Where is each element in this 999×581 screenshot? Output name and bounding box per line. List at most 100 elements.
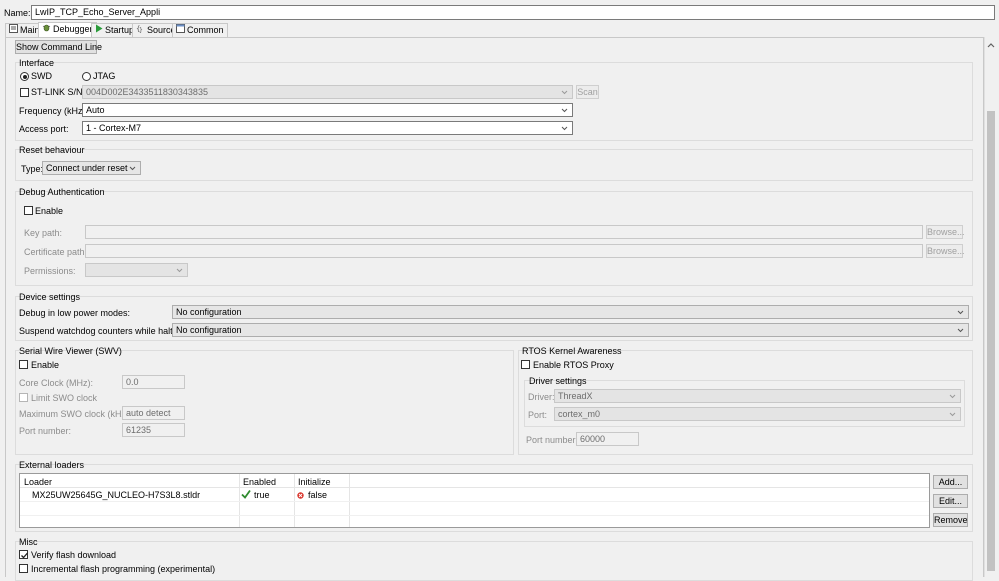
jtag-radio[interactable] [82, 72, 91, 81]
stlink-sn-select[interactable]: 004D002E3433511830343835 [82, 85, 573, 99]
low-power-value: No configuration [176, 307, 242, 317]
incremental-flash-label: Incremental flash programming (experimen… [31, 564, 216, 574]
frequency-select[interactable]: Auto [82, 103, 573, 117]
enabled-cell: true [254, 490, 270, 500]
permissions-select[interactable] [85, 263, 188, 277]
verify-flash-checkbox[interactable] [19, 550, 28, 559]
debugger-tab-icon [42, 23, 51, 36]
scroll-up-icon[interactable] [987, 40, 995, 50]
reset-type-label: Type: [21, 164, 44, 174]
core-clock-label: Core Clock (MHz): [19, 378, 94, 388]
source-tab-icon: {} [136, 24, 145, 37]
tab-debugger[interactable]: Debugger [38, 22, 97, 38]
stlink-sn-label: ST-LINK S/N [31, 87, 83, 97]
checkmark-icon [241, 489, 251, 501]
max-swo-field[interactable]: auto detect [122, 406, 185, 420]
column-header-loader[interactable]: Loader [24, 476, 52, 488]
column-header-enabled[interactable]: Enabled [243, 476, 276, 488]
key-path-browse-button[interactable]: Browse... [926, 225, 965, 239]
loaders-table[interactable]: Loader Enabled Initialize MX25UW25645G_N… [19, 473, 930, 528]
interface-title: Interface [19, 58, 55, 68]
reset-title: Reset behaviour [19, 145, 85, 155]
reset-type-value: Connect under reset [46, 163, 128, 173]
chevron-down-icon [956, 324, 965, 336]
incremental-flash-checkbox[interactable] [19, 564, 28, 573]
device-settings-title: Device settings [19, 292, 81, 302]
swv-enable-checkbox[interactable] [19, 360, 28, 369]
startup-play-icon [95, 24, 103, 37]
max-swo-label: Maximum SWO clock (kHz): [19, 409, 132, 419]
rtos-port-value: cortex_m0 [558, 409, 601, 419]
cert-path-browse-button[interactable]: Browse... [926, 244, 965, 258]
swd-radio[interactable] [20, 72, 29, 81]
watchdog-select[interactable]: No configuration [172, 323, 969, 337]
scan-button[interactable]: Scan [576, 85, 599, 99]
limit-swo-label: Limit SWO clock [31, 393, 98, 403]
jtag-label: JTAG [93, 71, 116, 81]
edit-loader-button[interactable]: Edit... [933, 494, 968, 508]
tab-startup[interactable]: Startup [91, 23, 139, 37]
reset-type-select[interactable]: Connect under reset [42, 161, 141, 175]
tab-startup-label: Startup [105, 25, 135, 35]
svg-text:}: } [139, 27, 143, 33]
watchdog-value: No configuration [176, 325, 242, 335]
tab-common-label: Common [187, 25, 224, 35]
swv-port-label: Port number: [19, 426, 72, 436]
main-tab-icon [9, 24, 18, 37]
debug-auth-title: Debug Authentication [19, 187, 105, 197]
table-row[interactable]: MX25UW25645G_NUCLEO-H7S3L8.stldr true fa… [20, 488, 929, 502]
common-tab-icon [176, 24, 185, 37]
low-power-select[interactable]: No configuration [172, 305, 969, 319]
stlink-sn-checkbox[interactable] [20, 88, 29, 97]
column-header-initialize[interactable]: Initialize [298, 476, 331, 488]
rtos-driver-select[interactable]: ThreadX [554, 389, 961, 403]
swv-port-field[interactable]: 61235 [122, 423, 185, 437]
chevron-down-icon [948, 408, 957, 420]
loaders-header-row: Loader Enabled Initialize [20, 474, 929, 527]
key-path-field[interactable] [85, 225, 923, 239]
chevron-down-icon [948, 390, 957, 402]
error-cross-icon [297, 491, 304, 501]
frequency-value: Auto [86, 105, 105, 115]
low-power-label: Debug in low power modes: [19, 308, 131, 318]
scrollbar-thumb[interactable] [987, 111, 995, 571]
limit-swo-checkbox[interactable] [19, 393, 28, 402]
frequency-label: Frequency (kHz): [19, 106, 89, 116]
verify-flash-label: Verify flash download [31, 550, 117, 560]
stlink-sn-value: 004D002E3433511830343835 [86, 87, 208, 97]
chevron-down-icon [560, 122, 569, 134]
chevron-down-icon [560, 86, 569, 98]
show-command-line-button[interactable]: Show Command Line [15, 40, 102, 54]
access-port-select[interactable]: 1 - Cortex-M7 [82, 121, 573, 135]
rtos-port-number-label: Port number: [526, 435, 579, 445]
debug-auth-enable-checkbox[interactable] [24, 206, 33, 215]
tab-debugger-label: Debugger [53, 24, 93, 34]
debug-auth-enable-label: Enable [35, 206, 64, 216]
checkmark-icon [21, 552, 28, 559]
access-port-label: Access port: [19, 124, 69, 134]
watchdog-label: Suspend watchdog counters while halted: [19, 326, 186, 336]
key-path-label: Key path: [24, 228, 63, 238]
permissions-label: Permissions: [24, 266, 76, 276]
external-loaders-title: External loaders [19, 460, 85, 470]
vertical-scrollbar[interactable] [984, 37, 996, 577]
chevron-down-icon [560, 104, 569, 116]
rtos-driver-label: Driver: [528, 392, 555, 402]
chevron-down-icon [956, 306, 965, 318]
rtos-port-select[interactable]: cortex_m0 [554, 407, 961, 421]
chevron-down-icon [175, 264, 184, 276]
core-clock-field[interactable]: 0.0 [122, 375, 185, 389]
name-field[interactable]: LwIP_TCP_Echo_Server_Appli [31, 5, 995, 20]
cert-path-label: Certificate path: [24, 247, 88, 257]
access-port-value: 1 - Cortex-M7 [86, 123, 142, 133]
driver-settings-title: Driver settings [529, 376, 587, 386]
loader-name-cell: MX25UW25645G_NUCLEO-H7S3L8.stldr [32, 490, 201, 500]
remove-loader-button[interactable]: Remove [933, 513, 968, 527]
cert-path-field[interactable] [85, 244, 923, 258]
tab-common[interactable]: Common [172, 23, 228, 37]
chevron-down-icon [128, 162, 137, 174]
rtos-title: RTOS Kernel Awareness [522, 346, 622, 356]
rtos-proxy-checkbox[interactable] [521, 360, 530, 369]
add-loader-button[interactable]: Add... [933, 475, 968, 489]
rtos-port-number-field[interactable]: 60000 [576, 432, 639, 446]
